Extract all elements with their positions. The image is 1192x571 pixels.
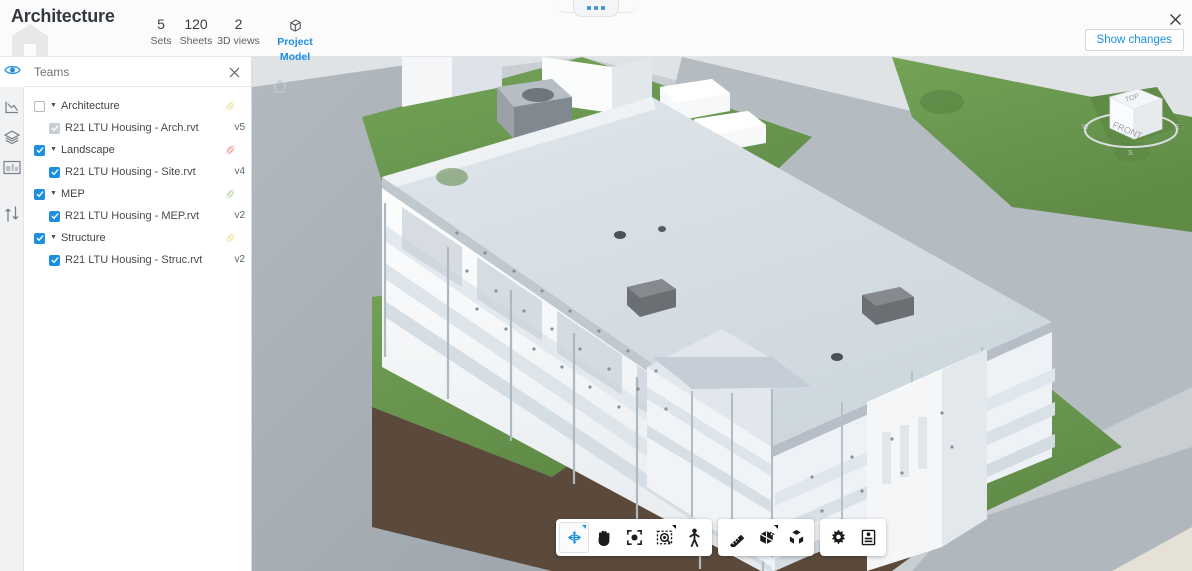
sidebar-item-visibility[interactable] [0,57,24,87]
discipline-badge-icon [223,231,237,245]
tool-options-corner-icon[interactable] [672,525,676,529]
home-icon[interactable] [272,79,288,95]
view-cube[interactable]: W S E TOP FRONT [1076,75,1186,161]
zoom-window-tool-button[interactable] [649,522,679,553]
tree-item-site-rvt[interactable]: R21 LTU Housing - Site.rvt v4 [24,161,251,183]
tree-item-label: R21 LTU Housing - MEP.rvt [65,210,200,222]
tree-group-label: Architecture [60,100,120,112]
notch-wing-right [617,0,637,13]
left-icon-rail [0,57,24,571]
compass-east: E [1175,124,1180,131]
chevron-down-icon[interactable]: ▼ [50,146,57,153]
close-icon[interactable] [225,63,243,81]
tree-group-mep[interactable]: ▼ MEP [24,183,251,205]
discipline-badge-icon [223,143,237,157]
markup-pen-icon [4,100,20,120]
checkbox-mep-rvt[interactable] [49,210,60,222]
chevron-down-icon[interactable]: ▼ [50,234,57,241]
tree-group-structure[interactable]: ▼ Structure [24,227,251,249]
application-window: Architecture 5 Sets 120 Sheets 2 3D view… [0,0,1192,571]
tab-project-model-label: Project Model [277,36,313,63]
close-icon[interactable] [1164,8,1186,30]
stat-3d-views-value: 2 [234,16,243,32]
stat-sheets: 120 Sheets [176,17,216,49]
model-viewport[interactable]: W S E TOP FRONT [252,57,1192,571]
stat-sheets-value: 120 [184,16,208,32]
header-bar: Architecture 5 Sets 120 Sheets 2 3D view… [0,0,1192,63]
stat-3d-views-label: 3D views [217,35,260,47]
checkbox-group-landscape[interactable] [34,144,45,156]
chevron-down-icon[interactable]: ▼ [50,190,57,197]
panel-header: Teams [24,57,251,87]
tree-group-architecture[interactable]: ▼ Architecture [24,95,251,117]
3d-model-scene [252,57,1192,571]
stat-sheets-label: Sheets [179,35,213,47]
version-label: v4 [234,166,245,177]
tab-project-model[interactable]: Project Model [266,17,324,65]
stat-sets-label: Sets [150,35,172,47]
compass-south: S [1128,150,1133,157]
properties-button[interactable] [853,522,883,553]
discipline-badge-icon [223,187,237,201]
toolbar-group-navigation [556,519,712,556]
section-tool-button[interactable] [751,522,781,553]
toolbar-group-tools [718,519,814,556]
viewport-toolbar [556,519,886,556]
tree-item-arch-rvt[interactable]: R21 LTU Housing - Arch.rvt v5 [24,117,251,139]
checkbox-group-architecture[interactable] [34,100,45,112]
tree-item-label: R21 LTU Housing - Site.rvt [65,166,196,178]
tool-options-corner-icon[interactable] [774,525,778,529]
tree-group-label: Landscape [60,144,115,156]
stat-sets: 5 Sets [141,17,181,49]
versions-icon [4,205,20,228]
sheet-compare-icon [3,160,21,180]
three-dots-handle-icon[interactable] [573,0,619,17]
layers-icon [3,130,21,150]
tree-item-label: R21 LTU Housing - Arch.rvt [65,122,199,134]
teams-panel: Teams ▼ Architecture R21 LTU Housing - A… [24,57,252,571]
tool-options-corner-icon[interactable] [582,525,586,529]
chevron-down-icon[interactable]: ▼ [50,102,57,109]
version-label: v5 [234,122,245,133]
checkbox-site-rvt[interactable] [49,166,60,178]
stat-sets-value: 5 [157,16,165,32]
sidebar-item-markup[interactable] [0,95,24,125]
checkbox-group-structure[interactable] [34,232,45,244]
page-title: Architecture [11,6,115,26]
stat-3d-views: 2 3D views [215,17,262,49]
house-logo-icon [6,22,54,57]
checkbox-struc-rvt[interactable] [49,254,60,266]
explode-tool-button[interactable] [781,522,811,553]
teams-tree: ▼ Architecture R21 LTU Housing - Arch.rv… [24,87,251,271]
walk-tool-button[interactable] [679,522,709,553]
show-changes-button[interactable]: Show changes [1084,29,1184,51]
visibility-icon [3,63,21,81]
settings-button[interactable] [823,522,853,553]
sidebar-item-layers[interactable] [0,125,24,155]
sidebar-item-sheet-compare[interactable] [0,155,24,185]
tree-item-mep-rvt[interactable]: R21 LTU Housing - MEP.rvt v2 [24,205,251,227]
compass-west: W [1082,124,1089,131]
version-label: v2 [234,254,245,265]
tree-group-label: MEP [60,188,85,200]
measure-tool-button[interactable] [721,522,751,553]
version-label: v2 [234,210,245,221]
sidebar-item-versions[interactable] [0,201,24,231]
tree-item-struc-rvt[interactable]: R21 LTU Housing - Struc.rvt v2 [24,249,251,271]
checkbox-group-mep[interactable] [34,188,45,200]
orbit-tool-button[interactable] [559,522,589,553]
pan-tool-button[interactable] [589,522,619,553]
tree-group-landscape[interactable]: ▼ Landscape [24,139,251,161]
discipline-badge-icon [223,99,237,113]
zoom-fit-tool-button[interactable] [619,522,649,553]
tree-group-label: Structure [60,232,106,244]
cube-icon [266,17,324,33]
toolbar-group-settings [820,519,886,556]
checkbox-arch-rvt[interactable] [49,122,60,134]
tree-item-label: R21 LTU Housing - Struc.rvt [65,254,203,266]
panel-title: Teams [34,64,70,79]
